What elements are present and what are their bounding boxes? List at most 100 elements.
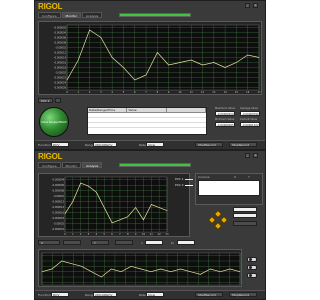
main-chart[interactable]: -0.000002 -0.000004 -0.000006 -0.000008 -0.0… <box>38 21 262 95</box>
x-tick-label: 7 <box>145 91 147 94</box>
data-point <box>111 222 113 224</box>
data-point <box>88 185 89 187</box>
range-field[interactable]: 200.000mV <box>93 292 117 297</box>
to-field[interactable] <box>177 240 195 245</box>
y-tick-label: -0.000006 <box>54 36 67 39</box>
overview-toggle-3[interactable] <box>247 273 257 278</box>
table-header-extra <box>167 108 206 112</box>
y-tick-label: -0.000006 <box>52 184 65 187</box>
data-point <box>134 79 136 81</box>
data-point <box>64 213 66 214</box>
orb-label: Show Rangle/dBmW <box>41 121 67 124</box>
zoom-button[interactable] <box>233 221 257 226</box>
cursor-col-x: X <box>234 175 237 179</box>
overview-toggle-2[interactable] <box>247 265 257 270</box>
y-tick-label: -0.00002 <box>55 71 66 74</box>
data-point <box>101 276 102 278</box>
legend-item-plot2: Plot 2 <box>175 183 184 187</box>
y-axis-menu[interactable]: Y <box>91 240 109 245</box>
tab-monitor[interactable]: Monitor <box>61 12 81 18</box>
record-table[interactable]: Date/Range/Time Value <box>87 107 207 135</box>
zoom-select[interactable] <box>233 213 257 218</box>
data-point <box>202 64 203 66</box>
data-point <box>123 67 124 68</box>
data-point <box>72 201 74 202</box>
x-tick-label: 0 <box>66 91 68 94</box>
tab-configure[interactable]: Configure <box>38 12 61 18</box>
tab-monitor[interactable]: Monitor <box>61 162 81 168</box>
tab-configure[interactable]: Configure <box>38 162 61 168</box>
analysis-chart-svg: -0.000004 -0.000006 -0.000008 -0.00001 -0.00… <box>52 176 169 236</box>
rate-field[interactable]: Slow <box>146 142 164 147</box>
data-point <box>77 59 79 61</box>
minimize-button[interactable]: _ <box>245 153 250 158</box>
bottom-window: RIGOL _ × Configure Monitor Analysis -0.… <box>34 150 266 300</box>
cursor-panel[interactable]: Cursors X Y <box>195 173 263 205</box>
overview-toggle[interactable] <box>247 257 257 262</box>
x-tick-label: 5 <box>123 91 125 94</box>
data-point <box>111 57 113 58</box>
start-record-button[interactable]: StartRecord <box>195 292 223 297</box>
data-point <box>190 59 192 61</box>
close-button[interactable]: × <box>253 3 258 8</box>
function-field[interactable]: DCV <box>51 142 69 147</box>
legend-item-plot1: Plot 1 <box>175 177 184 181</box>
close-button[interactable]: × <box>253 153 258 158</box>
data-point <box>143 219 144 221</box>
range-field[interactable]: 200.000mV <box>93 142 117 147</box>
y-tick-label: -0.000004 <box>52 179 65 182</box>
data-point <box>66 79 68 81</box>
data-point <box>247 54 249 56</box>
status-orb[interactable]: Show Rangle/dBmW <box>39 107 69 137</box>
data-point <box>80 182 81 184</box>
overview-chart[interactable] <box>38 249 242 287</box>
max-value: -0.00000250 <box>215 111 235 116</box>
plot-selector[interactable]: Plot 1 <box>38 98 53 103</box>
x-axis-option[interactable] <box>63 240 81 245</box>
y-tick-label: -0.000016 <box>54 61 67 64</box>
y-tick-label: -0.000022 <box>54 76 67 79</box>
rate-field[interactable]: Slow <box>146 292 164 297</box>
y-tick-label: -0.000002 <box>54 26 67 29</box>
function-field[interactable]: DCV <box>51 292 69 297</box>
data-point <box>61 260 63 262</box>
min-value: -0.00000285 <box>215 122 235 127</box>
analysis-chart[interactable]: -0.000004 -0.000006 -0.000008 -0.00001 -0.00… <box>38 173 190 237</box>
table-header-date: Date/Range/Time <box>88 108 128 112</box>
y-axis-option[interactable] <box>115 240 133 245</box>
tab-analysis[interactable]: Analysis <box>81 162 103 168</box>
pan-mode-select[interactable] <box>233 207 257 212</box>
x-tick-label: 13 <box>165 233 169 236</box>
data-point <box>157 52 158 53</box>
data-point <box>258 57 260 58</box>
data-point <box>41 271 43 272</box>
x-tick-label: 4 <box>96 233 98 236</box>
cursor-table[interactable] <box>198 180 260 196</box>
plot-zoom-button[interactable] <box>55 98 61 103</box>
max-label: Maximum Value <box>215 107 235 110</box>
minimize-button[interactable]: _ <box>245 3 250 8</box>
data-point <box>96 191 97 193</box>
tab-analysis[interactable]: Analysis <box>81 12 103 18</box>
y-tick-label: -0.000004 <box>54 31 67 34</box>
data-point <box>119 219 121 221</box>
x-tick-label: 0 <box>64 233 66 236</box>
avg-label: Average Value <box>240 107 258 110</box>
pan-right-icon[interactable] <box>219 215 229 225</box>
function-label: Function <box>38 143 51 147</box>
y-tick-label: -0.000018 <box>52 217 65 220</box>
from-field[interactable] <box>145 240 163 245</box>
table-row[interactable] <box>88 123 206 128</box>
table-header-value: Value <box>127 108 167 112</box>
rigol-logo: RIGOL <box>38 2 63 11</box>
data-point <box>190 271 191 272</box>
start-record-button[interactable]: StartRecord <box>195 142 223 147</box>
pan-down-icon[interactable] <box>213 221 223 231</box>
x-tick-label: 6 <box>111 233 113 236</box>
x-tick-label: 10 <box>142 233 146 236</box>
stop-record-button[interactable]: StopRecord <box>229 292 257 297</box>
data-point <box>140 268 142 270</box>
x-axis-menu[interactable]: X <box>38 240 60 245</box>
stop-record-button[interactable]: StopRecord <box>229 142 257 147</box>
y-tick-label: -0.000012 <box>52 201 65 204</box>
